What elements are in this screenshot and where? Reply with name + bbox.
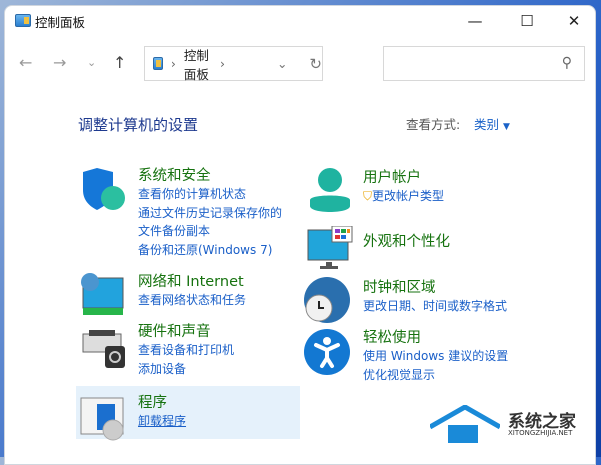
control-panel-window: 控制面板 — ☐ ✕ ← → ⌄ ↑ › 控制面板 › ⌄ ↻ ⚲ 调整计算机的… bbox=[4, 5, 596, 465]
view-by-dropdown[interactable]: 类别 ▼ bbox=[474, 114, 510, 133]
watermark: 系统之家 XITONGZHIJIA.NET bbox=[430, 405, 591, 447]
category-link[interactable]: ⛉更改帐户类型 bbox=[363, 187, 444, 206]
category-title[interactable]: 轻松使用 bbox=[363, 326, 508, 347]
clock-globe-icon bbox=[304, 277, 350, 323]
search-box[interactable]: ⚲ bbox=[383, 46, 585, 81]
address-dropdown-icon[interactable]: ⌄ bbox=[277, 56, 287, 71]
category-user-accounts: 用户帐户 ⛉更改帐户类型 bbox=[363, 166, 444, 206]
category-title[interactable]: 外观和个性化 bbox=[363, 230, 450, 251]
network-icon bbox=[81, 273, 124, 315]
category-network-internet: 网络和 Internet 查看网络状态和任务 bbox=[138, 270, 246, 310]
category-programs: 程序 卸载程序 bbox=[138, 391, 186, 431]
watermark-url: XITONGZHIJIA.NET bbox=[508, 429, 573, 437]
user-icon bbox=[310, 168, 350, 212]
category-system-security: 系统和安全 查看你的计算机状态 通过文件历史记录保存你的 文件备份副本 备份和还… bbox=[138, 164, 282, 259]
category-title[interactable]: 程序 bbox=[138, 391, 186, 412]
category-link[interactable]: 文件备份副本 bbox=[138, 222, 282, 241]
accessibility-icon bbox=[304, 329, 350, 375]
category-link[interactable]: 添加设备 bbox=[138, 360, 234, 379]
breadcrumb-separator: › bbox=[170, 56, 176, 71]
view-by-label: 查看方式: bbox=[406, 117, 461, 132]
window-title: 控制面板 bbox=[35, 15, 86, 30]
recent-locations-button[interactable]: ⌄ bbox=[87, 56, 96, 69]
uac-shield-icon: ⛉ bbox=[363, 189, 373, 203]
shield-icon bbox=[83, 168, 125, 210]
category-link[interactable]: 卸载程序 bbox=[138, 412, 186, 431]
category-title[interactable]: 用户帐户 bbox=[363, 166, 444, 187]
category-ease-of-access: 轻松使用 使用 Windows 建议的设置 优化视觉显示 bbox=[363, 326, 508, 384]
up-button[interactable]: ↑ bbox=[113, 53, 126, 72]
category-link-label[interactable]: 更改帐户类型 bbox=[372, 189, 444, 203]
search-input[interactable] bbox=[390, 47, 550, 79]
breadcrumb-control-panel[interactable]: 控制面板 bbox=[184, 45, 212, 83]
category-link[interactable]: 优化视觉显示 bbox=[363, 366, 508, 385]
back-button[interactable]: ← bbox=[19, 53, 32, 72]
breadcrumb-separator[interactable]: › bbox=[220, 56, 225, 71]
category-title[interactable]: 硬件和声音 bbox=[138, 320, 234, 341]
category-link[interactable]: 更改日期、时间或数字格式 bbox=[363, 297, 507, 316]
monitor-icon bbox=[307, 226, 353, 269]
category-hardware-sound: 硬件和声音 查看设备和打印机 添加设备 bbox=[138, 320, 234, 378]
category-link[interactable]: 备份和还原(Windows 7) bbox=[138, 241, 282, 260]
control-panel-icon bbox=[15, 14, 31, 27]
category-link[interactable]: 查看网络状态和任务 bbox=[138, 291, 246, 310]
maximize-button[interactable]: ☐ bbox=[504, 6, 550, 36]
category-title[interactable]: 系统和安全 bbox=[138, 164, 282, 185]
forward-button[interactable]: → bbox=[53, 53, 66, 72]
category-link[interactable]: 查看设备和打印机 bbox=[138, 341, 234, 360]
page-title: 调整计算机的设置 bbox=[78, 116, 199, 134]
watermark-house-logo bbox=[430, 405, 500, 443]
address-bar[interactable]: › 控制面板 › ⌄ ↻ bbox=[144, 45, 323, 83]
category-title[interactable]: 时钟和区域 bbox=[363, 276, 507, 297]
category-appearance: 外观和个性化 bbox=[363, 230, 450, 251]
category-title[interactable]: 网络和 Internet bbox=[138, 270, 246, 291]
search-icon[interactable]: ⚲ bbox=[562, 55, 572, 71]
category-link[interactable]: 使用 Windows 建议的设置 bbox=[363, 347, 508, 366]
category-clock-region: 时钟和区域 更改日期、时间或数字格式 bbox=[363, 276, 507, 316]
close-button[interactable]: ✕ bbox=[551, 6, 597, 36]
programs-icon bbox=[80, 397, 124, 441]
category-link[interactable]: 通过文件历史记录保存你的 bbox=[138, 204, 282, 223]
view-by-value[interactable]: 类别 bbox=[474, 117, 499, 132]
minimize-button[interactable]: — bbox=[452, 6, 498, 36]
chevron-down-icon[interactable]: ▼ bbox=[503, 122, 510, 132]
control-panel-icon bbox=[153, 57, 163, 70]
printer-icon bbox=[82, 330, 125, 368]
category-link[interactable]: 查看你的计算机状态 bbox=[138, 185, 282, 204]
refresh-icon[interactable]: ↻ bbox=[309, 55, 322, 73]
